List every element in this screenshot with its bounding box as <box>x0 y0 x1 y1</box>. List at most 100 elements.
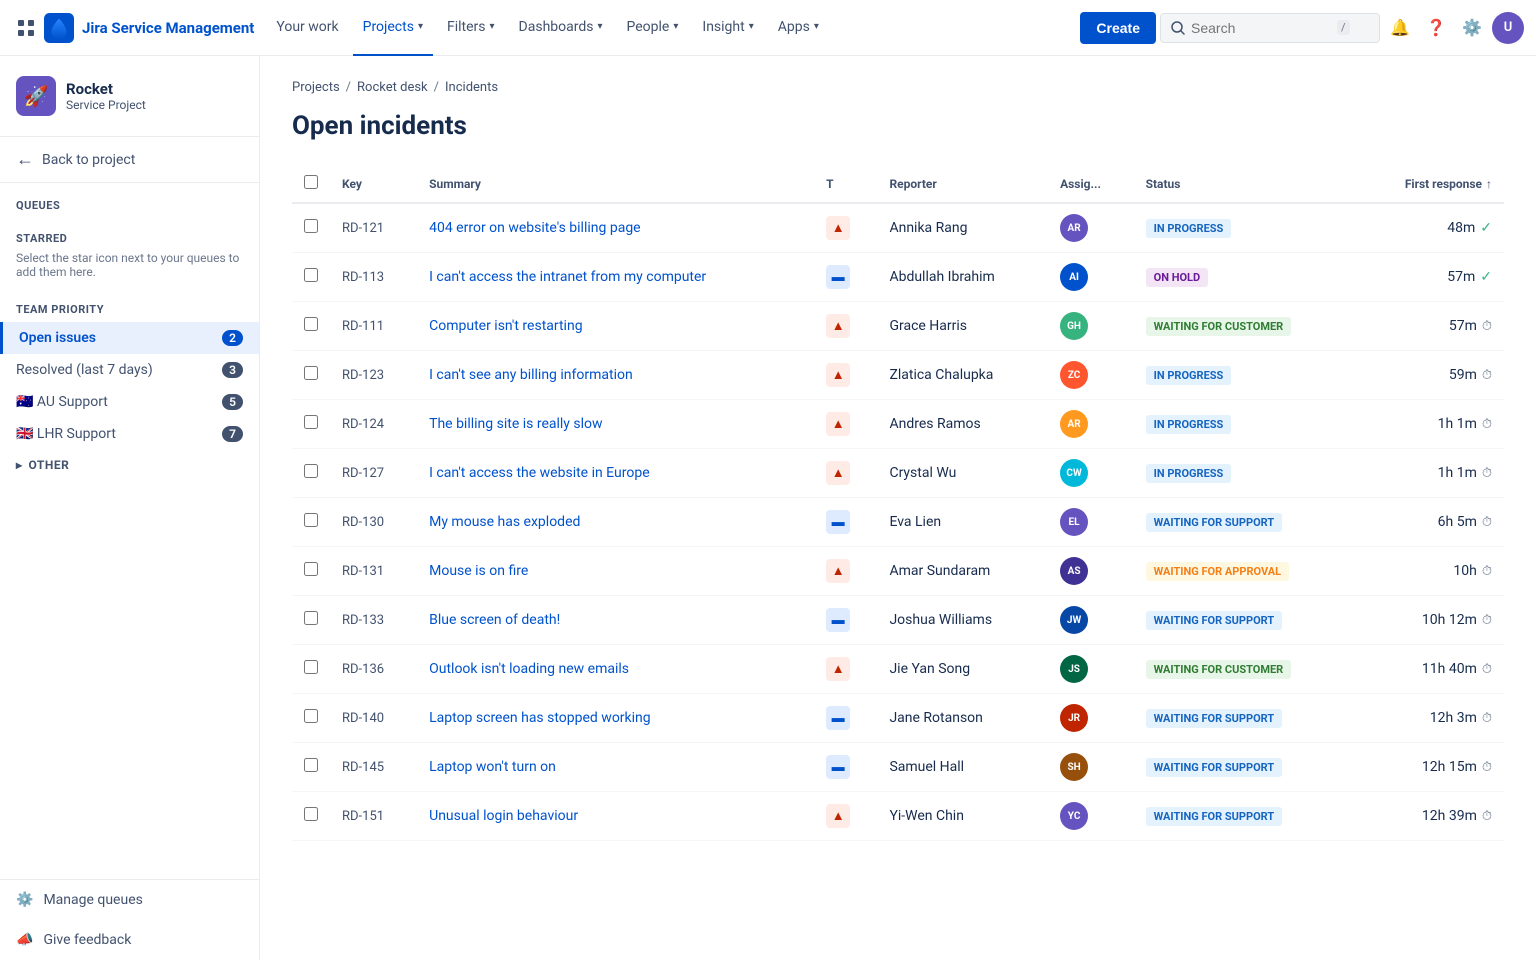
queues-header: Queues <box>0 183 259 220</box>
status-badge: ON HOLD <box>1146 268 1209 287</box>
row-checkbox-cell[interactable] <box>292 351 330 400</box>
row-checkbox[interactable] <box>304 415 318 429</box>
breadcrumb-rocket-desk[interactable]: Rocket desk <box>357 80 428 95</box>
row-type: ▬ <box>814 743 877 792</box>
breadcrumb-projects[interactable]: Projects <box>292 80 340 95</box>
back-to-project[interactable]: ← Back to project <box>0 137 259 183</box>
th-assignee[interactable]: Assig... <box>1048 165 1134 203</box>
settings-button[interactable]: ⚙️ <box>1456 12 1488 44</box>
row-checkbox-cell[interactable] <box>292 645 330 694</box>
assignee-avatar: JW <box>1060 606 1088 634</box>
row-checkbox-cell[interactable] <box>292 743 330 792</box>
user-avatar[interactable]: U <box>1492 12 1524 44</box>
row-summary[interactable]: Computer isn't restarting <box>417 302 814 351</box>
logo[interactable]: Jira Service Management <box>44 13 254 43</box>
layout: 🚀 Rocket Service Project ← Back to proje… <box>0 56 1536 960</box>
row-checkbox-cell[interactable] <box>292 400 330 449</box>
row-summary[interactable]: I can't see any billing information <box>417 351 814 400</box>
row-checkbox[interactable] <box>304 219 318 233</box>
row-checkbox[interactable] <box>304 366 318 380</box>
row-checkbox[interactable] <box>304 317 318 331</box>
row-summary[interactable]: Blue screen of death! <box>417 596 814 645</box>
row-key: RD-127 <box>330 449 417 498</box>
row-checkbox-cell[interactable] <box>292 792 330 841</box>
row-checkbox-cell[interactable] <box>292 302 330 351</box>
row-checkbox[interactable] <box>304 611 318 625</box>
notifications-button[interactable]: 🔔 <box>1384 12 1416 44</box>
apps-grid-icon[interactable] <box>12 14 40 42</box>
row-type: ▬ <box>814 694 877 743</box>
row-status: WAITING FOR SUPPORT <box>1134 743 1358 792</box>
nav-your-work[interactable]: Your work <box>266 0 348 56</box>
row-checkbox[interactable] <box>304 268 318 282</box>
row-status: WAITING FOR CUSTOMER <box>1134 645 1358 694</box>
status-badge: WAITING FOR SUPPORT <box>1146 513 1283 532</box>
sidebar-other-toggle[interactable]: ▸ OTHER <box>0 450 259 480</box>
row-summary[interactable]: My mouse has exploded <box>417 498 814 547</box>
row-summary[interactable]: Mouse is on fire <box>417 547 814 596</box>
row-checkbox-cell[interactable] <box>292 547 330 596</box>
create-button[interactable]: Create <box>1080 12 1156 44</box>
th-first-response[interactable]: First response ↑ <box>1357 165 1504 203</box>
row-summary[interactable]: I can't access the intranet from my comp… <box>417 253 814 302</box>
row-summary[interactable]: Outlook isn't loading new emails <box>417 645 814 694</box>
row-summary[interactable]: 404 error on website's billing page <box>417 203 814 253</box>
manage-queues-button[interactable]: ⚙️ Manage queues <box>0 880 259 920</box>
row-checkbox-cell[interactable] <box>292 694 330 743</box>
row-checkbox-cell[interactable] <box>292 203 330 253</box>
row-checkbox[interactable] <box>304 709 318 723</box>
select-all-checkbox[interactable] <box>304 175 318 189</box>
th-checkbox[interactable] <box>292 165 330 203</box>
row-reporter: Zlatica Chalupka <box>877 351 1048 400</box>
nav-filters[interactable]: Filters ▾ <box>437 0 505 56</box>
th-summary[interactable]: Summary <box>417 165 814 203</box>
give-feedback-button[interactable]: 📣 Give feedback <box>0 920 259 960</box>
row-checkbox-cell[interactable] <box>292 449 330 498</box>
clock-icon: ⏱ <box>1482 711 1492 726</box>
row-assignee: AS <box>1048 547 1134 596</box>
row-type: ▲ <box>814 203 877 253</box>
clock-icon: ⏱ <box>1482 417 1492 432</box>
row-checkbox[interactable] <box>304 562 318 576</box>
th-key[interactable]: Key <box>330 165 417 203</box>
row-summary[interactable]: Unusual login behaviour <box>417 792 814 841</box>
first-response-value: 1h 1m <box>1438 416 1477 432</box>
nav-people[interactable]: People ▾ <box>617 0 689 56</box>
sidebar-item-resolved[interactable]: Resolved (last 7 days) 3 <box>0 354 259 386</box>
help-button[interactable]: ❓ <box>1420 12 1452 44</box>
th-type[interactable]: T <box>814 165 877 203</box>
row-assignee: AI <box>1048 253 1134 302</box>
row-checkbox[interactable] <box>304 464 318 478</box>
row-checkbox-cell[interactable] <box>292 253 330 302</box>
search-input[interactable] <box>1191 20 1331 36</box>
feedback-icon: 📣 <box>16 932 33 948</box>
th-status[interactable]: Status <box>1134 165 1358 203</box>
first-response-value: 6h 5m <box>1438 514 1477 530</box>
row-summary[interactable]: Laptop won't turn on <box>417 743 814 792</box>
nav-dashboards[interactable]: Dashboards ▾ <box>509 0 613 56</box>
nav-projects[interactable]: Projects ▾ <box>353 0 433 56</box>
nav-apps[interactable]: Apps ▾ <box>768 0 829 56</box>
row-summary[interactable]: Laptop screen has stopped working <box>417 694 814 743</box>
th-reporter[interactable]: Reporter <box>877 165 1048 203</box>
row-checkbox[interactable] <box>304 660 318 674</box>
sidebar-item-open-issues[interactable]: Open issues 2 <box>0 322 259 354</box>
row-summary[interactable]: I can't access the website in Europe <box>417 449 814 498</box>
sidebar-item-au-support[interactable]: 🇦🇺 AU Support 5 <box>0 386 259 418</box>
status-badge: IN PROGRESS <box>1146 415 1232 434</box>
row-checkbox[interactable] <box>304 513 318 527</box>
row-status: WAITING FOR SUPPORT <box>1134 498 1358 547</box>
nav-insight[interactable]: Insight ▾ <box>692 0 763 56</box>
type-icon: ▬ <box>826 608 850 632</box>
row-status: ON HOLD <box>1134 253 1358 302</box>
status-badge: WAITING FOR SUPPORT <box>1146 611 1283 630</box>
row-checkbox[interactable] <box>304 807 318 821</box>
sidebar-item-lhr-support[interactable]: 🇬🇧 LHR Support 7 <box>0 418 259 450</box>
people-chevron-icon: ▾ <box>673 21 678 32</box>
row-checkbox-cell[interactable] <box>292 596 330 645</box>
row-summary[interactable]: The billing site is really slow <box>417 400 814 449</box>
search-box[interactable]: / <box>1160 13 1380 43</box>
row-reporter: Yi-Wen Chin <box>877 792 1048 841</box>
row-checkbox[interactable] <box>304 758 318 772</box>
row-checkbox-cell[interactable] <box>292 498 330 547</box>
